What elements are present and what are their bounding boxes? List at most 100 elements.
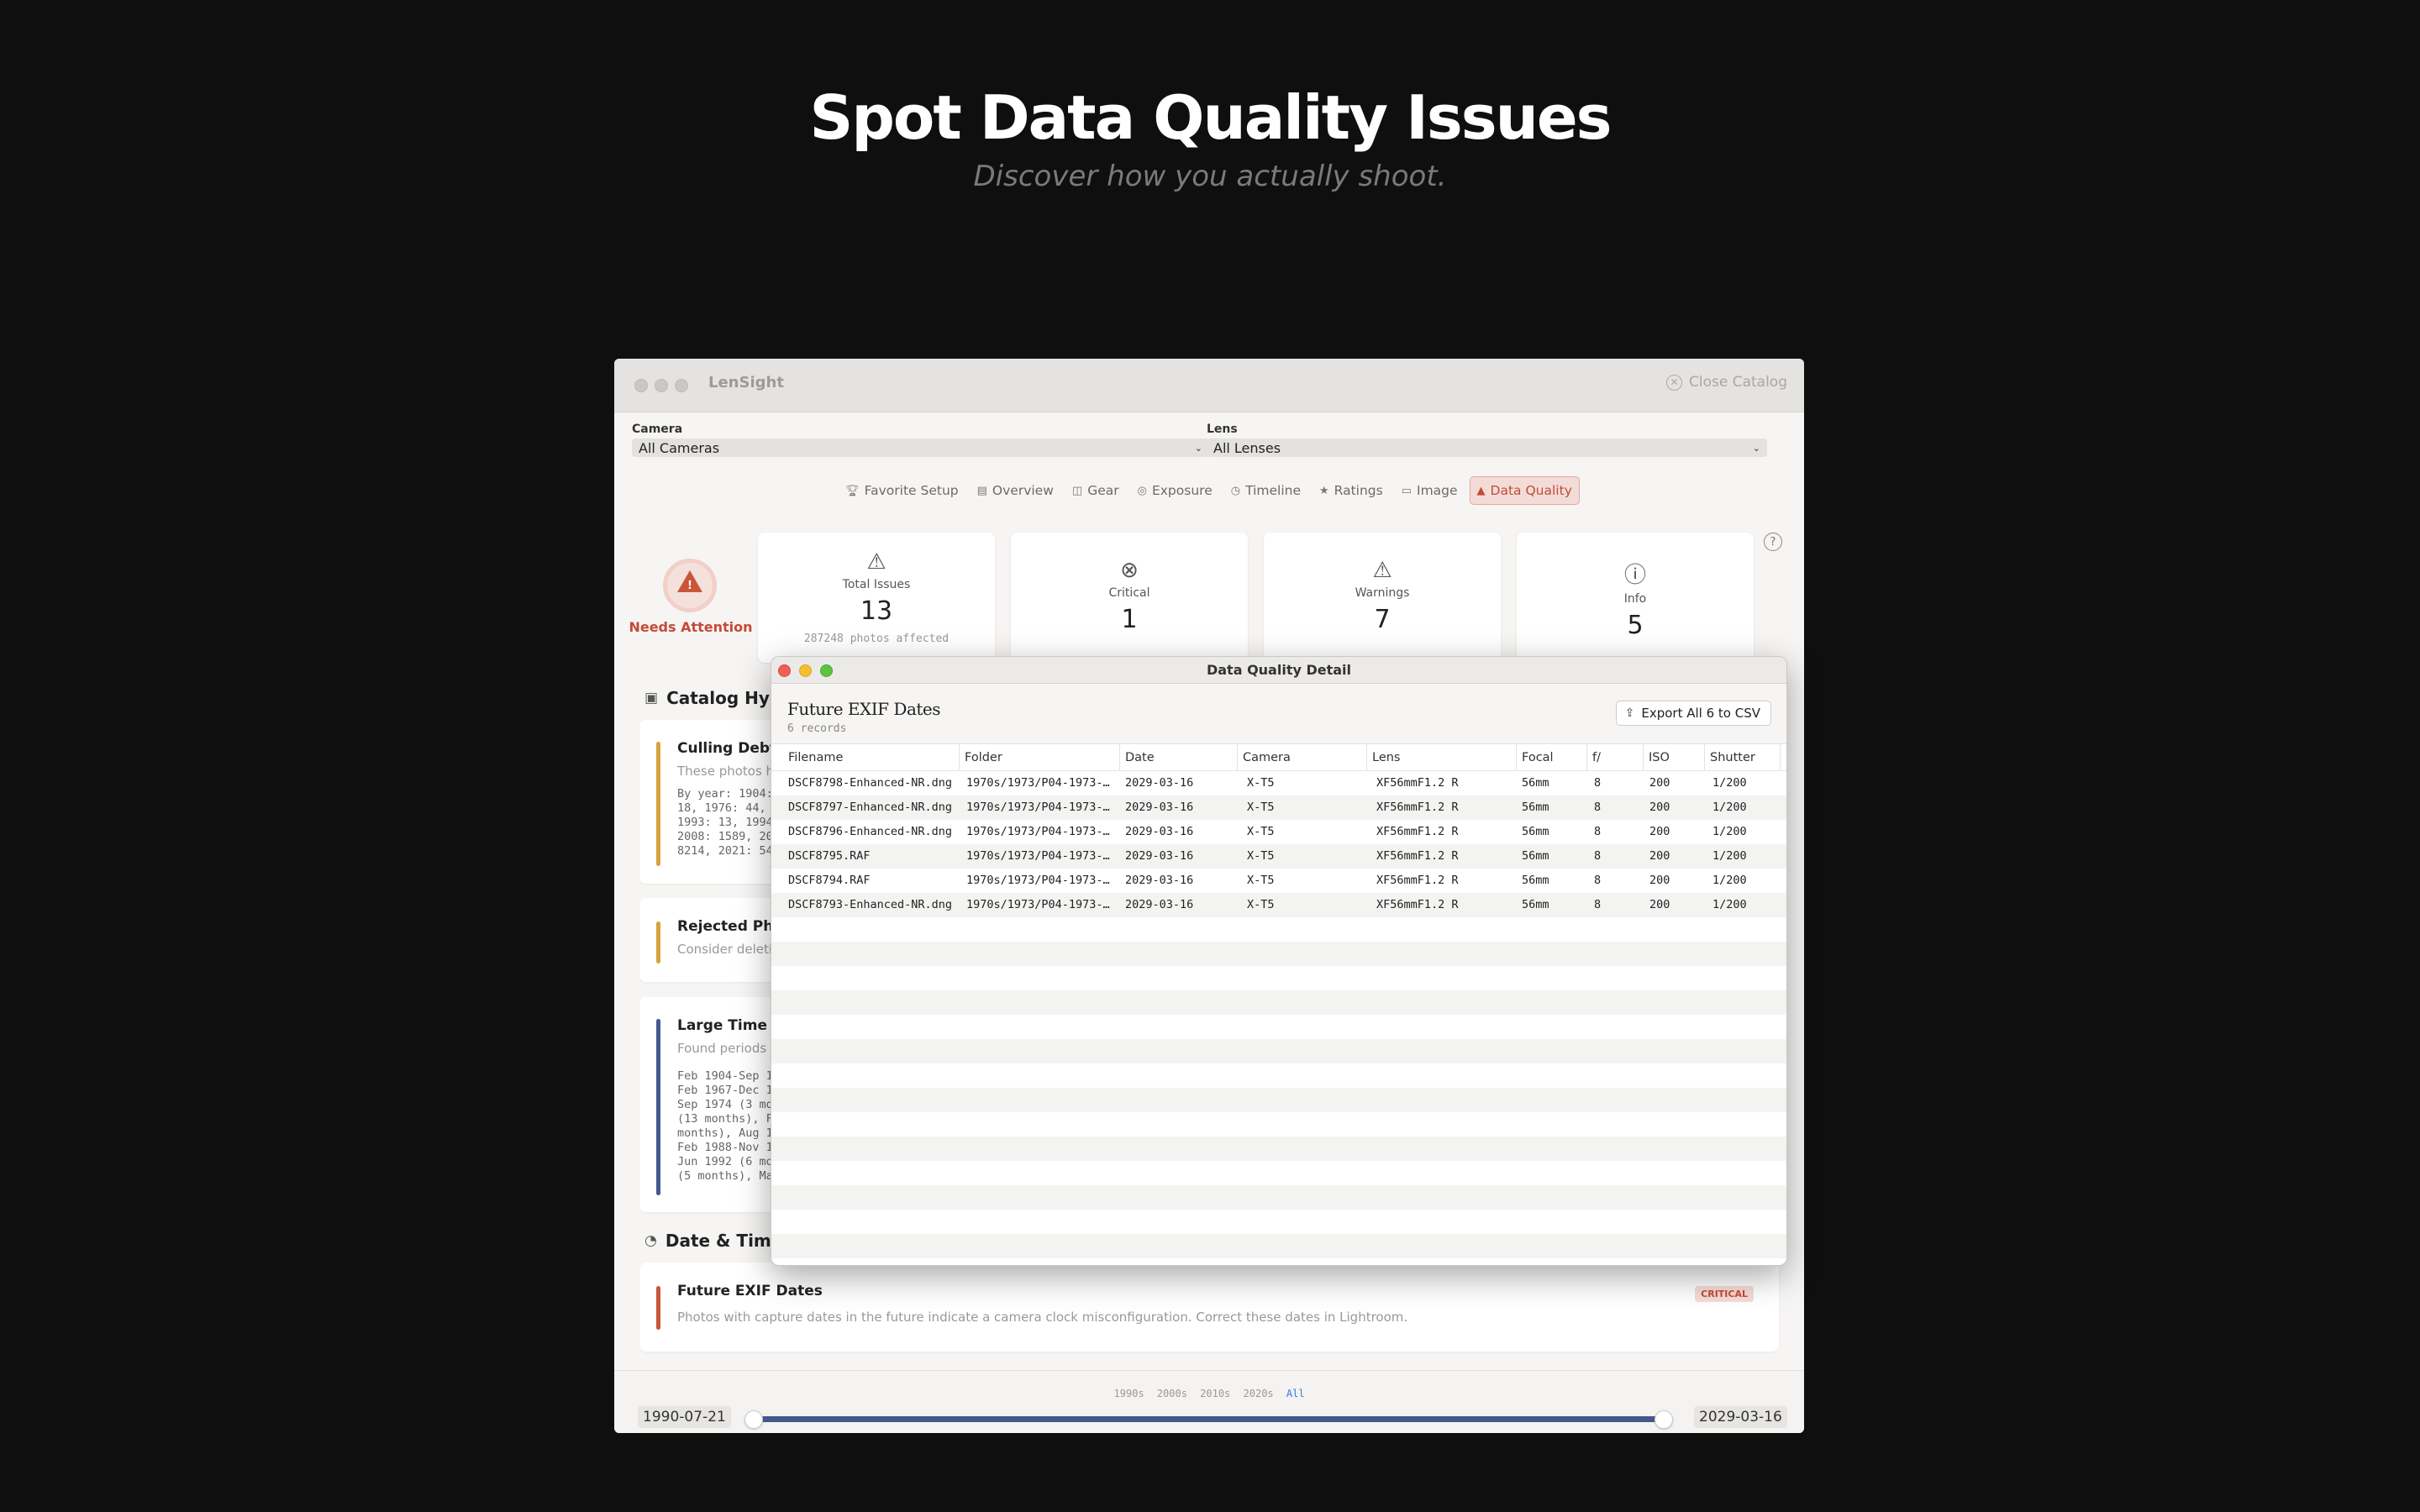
empty-row <box>771 1015 1786 1039</box>
issue-future-exif-dates[interactable]: Future EXIF Dates Photos with capture da… <box>639 1263 1779 1352</box>
range-start-handle[interactable] <box>744 1410 763 1429</box>
camera-select[interactable]: All Cameras ⌄ <box>632 438 1209 457</box>
tab-data-quality[interactable]: ▲ Data Quality <box>1469 476 1580 505</box>
warning-icon: ⚠︎ <box>1372 558 1392 583</box>
image-icon: ▭ <box>1401 484 1412 497</box>
tab-label: Exposure <box>1151 483 1213 498</box>
cell-filename: DSCF8797-Enhanced-NR.dng <box>788 801 953 814</box>
table-row[interactable]: DSCF8795.RAF 1970s/1973/P04-1973-… 2029-03… <box>771 844 1786 869</box>
card-value: 1 <box>1121 605 1138 634</box>
column-header-lens[interactable]: Lens <box>1367 744 1517 771</box>
column-header-filename[interactable]: Filename <box>783 744 960 771</box>
tab-image[interactable]: ▭ Image <box>1395 476 1465 505</box>
cell-aperture: 8 <box>1594 849 1602 863</box>
cell-shutter: 1/200 <box>1712 825 1747 838</box>
export-label: Export All 6 to CSV <box>1641 706 1760 721</box>
tab-timeline[interactable]: ◷ Timeline <box>1224 476 1307 505</box>
cell-camera: X-T5 <box>1247 898 1275 911</box>
cell-aperture: 8 <box>1594 874 1602 887</box>
cell-date: 2029-03-16 <box>1125 801 1194 814</box>
severity-bar <box>656 742 660 866</box>
column-header-iso[interactable]: ISO <box>1644 744 1705 771</box>
empty-row <box>771 1137 1786 1161</box>
issue-heading: Future EXIF Dates <box>787 699 941 719</box>
decade-2020s[interactable]: 2020s <box>1244 1388 1274 1399</box>
star-icon: ★ <box>1318 484 1329 497</box>
cell-aperture: 8 <box>1594 825 1602 838</box>
column-header-focal[interactable]: Focal <box>1517 744 1587 771</box>
cell-folder: 1970s/1973/P04-1973-… <box>966 801 1110 814</box>
status-label: Needs Attention <box>629 619 753 635</box>
table-row[interactable]: DSCF8793-Enhanced-NR.dng 1970s/1973/P04-1… <box>771 893 1786 917</box>
table-row[interactable]: DSCF8798-Enhanced-NR.dng 1970s/1973/P04-1… <box>771 771 1786 795</box>
zoom-window-button[interactable] <box>675 379 688 392</box>
empty-row <box>771 1039 1786 1063</box>
export-csv-button[interactable]: ⇪ Export All 6 to CSV <box>1615 701 1771 726</box>
range-end-date[interactable]: 2029-03-16 <box>1694 1406 1787 1428</box>
archive-icon: ▣ <box>644 690 659 706</box>
data-quality-detail-dialog: Data Quality Detail Future EXIF Dates 6 … <box>771 656 1787 1266</box>
dialog-close-button[interactable] <box>778 664 791 677</box>
column-header-camera[interactable]: Camera <box>1238 744 1367 771</box>
cell-focal: 56mm <box>1522 898 1549 911</box>
cell-folder: 1970s/1973/P04-1973-… <box>966 898 1110 911</box>
tab-ratings[interactable]: ★ Ratings <box>1313 476 1390 505</box>
aperture-icon: ◎ <box>1137 484 1147 497</box>
close-window-button[interactable] <box>634 379 648 392</box>
range-slider-track[interactable] <box>760 1416 1660 1422</box>
clock-icon: ◷ <box>1230 484 1241 497</box>
range-end-handle[interactable] <box>1655 1410 1673 1429</box>
dialog-zoom-button[interactable] <box>820 664 833 677</box>
cell-focal: 56mm <box>1522 825 1549 838</box>
cell-lens: XF56mmF1.2 R <box>1376 801 1459 814</box>
issue-description: Consider deletin <box>677 942 781 957</box>
cell-iso: 200 <box>1649 849 1670 863</box>
cell-shutter: 1/200 <box>1712 801 1747 814</box>
table-row[interactable]: DSCF8796-Enhanced-NR.dng 1970s/1973/P04-1… <box>771 820 1786 844</box>
close-catalog-button[interactable]: ✕ Close Catalog <box>1666 374 1787 391</box>
severity-bar <box>656 921 660 963</box>
tab-favorite-setup[interactable]: 🏆︎ Favorite Setup <box>839 476 965 505</box>
lens-select[interactable]: All Lenses ⌄ <box>1207 438 1767 457</box>
dialog-minimize-button[interactable] <box>799 664 812 677</box>
severity-badge: CRITICAL <box>1695 1286 1754 1302</box>
cell-date: 2029-03-16 <box>1125 849 1194 863</box>
card-value: 5 <box>1627 611 1644 640</box>
summary-card-total[interactable]: ⚠︎ Total Issues 13 287248 photos affecte… <box>758 533 995 663</box>
cell-date: 2029-03-16 <box>1125 898 1194 911</box>
tab-exposure[interactable]: ◎ Exposure <box>1131 476 1219 505</box>
cell-lens: XF56mmF1.2 R <box>1376 898 1459 911</box>
cell-folder: 1970s/1973/P04-1973-… <box>966 874 1110 887</box>
empty-row <box>771 966 1786 990</box>
cell-aperture: 8 <box>1594 776 1602 790</box>
column-header-shutter[interactable]: Shutter <box>1705 744 1781 771</box>
decade-all[interactable]: All <box>1286 1388 1305 1399</box>
section-date-time: ◔ Date & Time <box>644 1231 782 1251</box>
table-row[interactable]: DSCF8794.RAF 1970s/1973/P04-1973-… 2029-03… <box>771 869 1786 893</box>
dialog-title-bar: Data Quality Detail <box>771 657 1786 684</box>
card-value: 7 <box>1374 605 1391 634</box>
summary-card-warnings[interactable]: ⚠︎ Warnings 7 <box>1264 533 1501 663</box>
tab-gear[interactable]: ◫ Gear <box>1065 476 1126 505</box>
card-subtext: 287248 photos affected <box>803 633 950 645</box>
decade-1990s[interactable]: 1990s <box>1113 1388 1144 1399</box>
table-row[interactable]: DSCF8797-Enhanced-NR.dng 1970s/1973/P04-1… <box>771 795 1786 820</box>
cell-date: 2029-03-16 <box>1125 825 1194 838</box>
summary-card-critical[interactable]: ⊗ Critical 1 <box>1011 533 1248 663</box>
column-header-aperture[interactable]: f/ <box>1587 744 1644 771</box>
range-start-date[interactable]: 1990-07-21 <box>638 1406 731 1428</box>
minimize-window-button[interactable] <box>655 379 668 392</box>
decade-2000s[interactable]: 2000s <box>1157 1388 1187 1399</box>
severity-bar <box>656 1019 660 1195</box>
cell-focal: 56mm <box>1522 874 1549 887</box>
empty-row <box>771 1234 1786 1258</box>
issue-details: By year: 1904: 18, 1976: 44, 1993: 13, 1… <box>677 787 773 858</box>
decade-2010s[interactable]: 2010s <box>1200 1388 1230 1399</box>
help-button[interactable]: ? <box>1764 533 1782 551</box>
column-header-date[interactable]: Date <box>1120 744 1238 771</box>
summary-card-info[interactable]: ⓘ Info 5 <box>1517 533 1754 663</box>
tab-overview[interactable]: ▤ Overview <box>971 476 1060 505</box>
cell-folder: 1970s/1973/P04-1973-… <box>966 849 1110 863</box>
card-label: Info <box>1623 592 1647 606</box>
column-header-folder[interactable]: Folder <box>960 744 1120 771</box>
